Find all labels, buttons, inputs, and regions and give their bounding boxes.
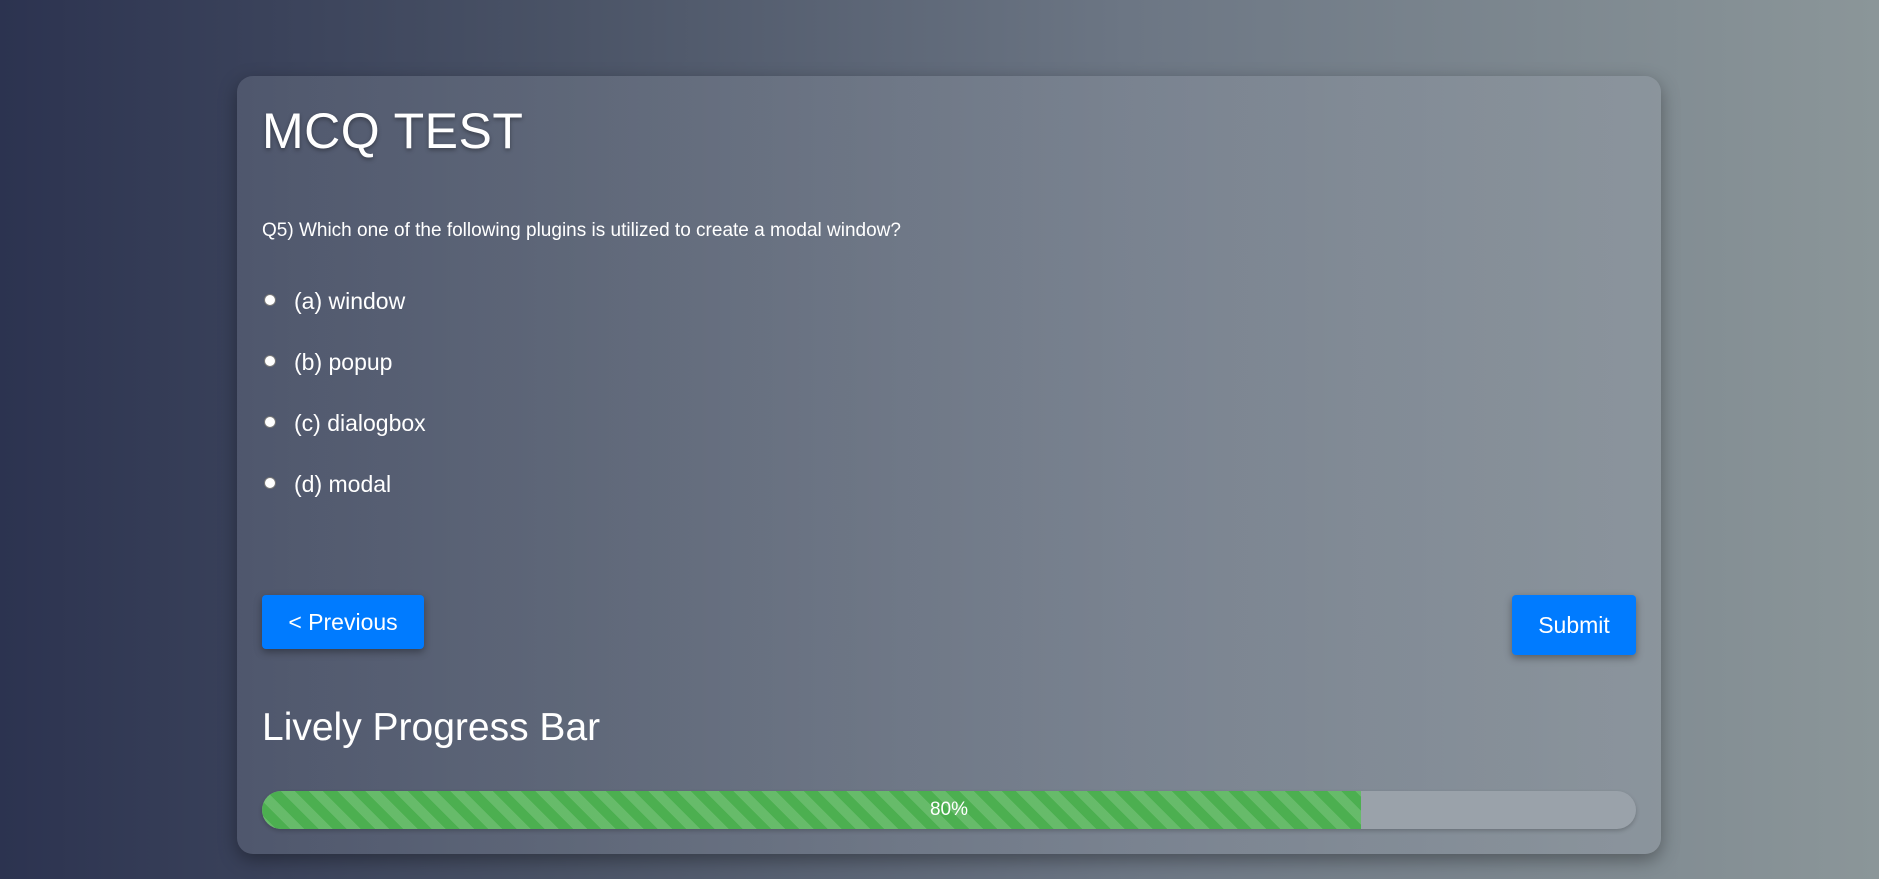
option-label: (a) window: [294, 288, 406, 314]
options-list: (a) window (b) popup (c) dialogbox (d) m…: [262, 271, 426, 515]
quiz-card: MCQ TEST Q5) Which one of the following …: [237, 76, 1661, 854]
option-label: (c) dialogbox: [294, 410, 426, 436]
page-title: MCQ TEST: [262, 103, 524, 159]
option-a[interactable]: (a) window: [262, 271, 426, 332]
progress-title: Lively Progress Bar: [262, 706, 601, 749]
radio-button[interactable]: [264, 293, 276, 306]
option-b[interactable]: (b) popup: [262, 332, 426, 393]
option-label: (d) modal: [294, 471, 392, 497]
submit-button[interactable]: Submit: [1512, 595, 1636, 655]
question-text: Q5) Which one of the following plugins i…: [262, 220, 901, 241]
radio-button[interactable]: [264, 415, 276, 428]
radio-button[interactable]: [264, 476, 276, 489]
previous-button[interactable]: < Previous: [262, 595, 424, 649]
progress-bar: 80%: [262, 791, 1636, 829]
option-d[interactable]: (d) modal: [262, 454, 426, 515]
progress-percent-label: 80%: [929, 799, 969, 820]
radio-button[interactable]: [264, 354, 276, 367]
option-c[interactable]: (c) dialogbox: [262, 393, 426, 454]
option-label: (b) popup: [294, 349, 393, 375]
